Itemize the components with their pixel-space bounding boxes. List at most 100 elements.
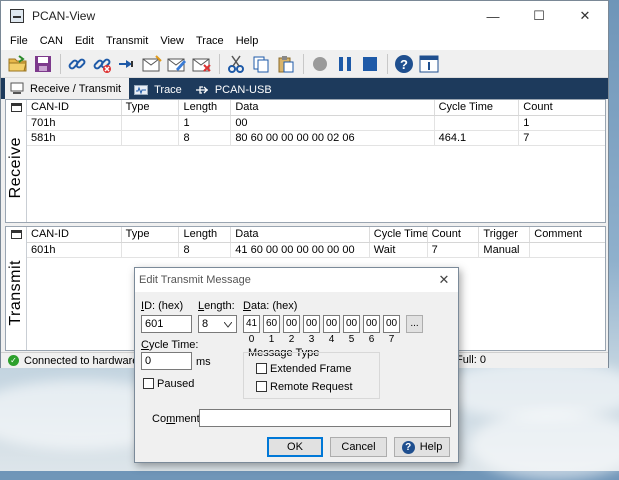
length-cell: 1 [179, 116, 232, 130]
transmit-label: Transmit [7, 260, 24, 326]
menu-view[interactable]: View [154, 35, 190, 47]
data-byte-input[interactable]: 00 [383, 315, 400, 333]
window-icon [11, 103, 22, 112]
data-byte-input[interactable]: 00 [283, 315, 300, 333]
menu-trace[interactable]: Trace [190, 35, 230, 47]
data-byte-input[interactable]: 00 [343, 315, 360, 333]
menu-can[interactable]: CAN [34, 35, 69, 47]
column-header[interactable]: CAN-ID [27, 100, 122, 115]
dialog-title-bar: Edit Transmit Message ✕ [135, 268, 458, 292]
cycle-time-cell [435, 116, 520, 130]
minimize-icon: — [486, 8, 500, 24]
extended-frame-checkbox[interactable] [256, 363, 267, 374]
column-header[interactable]: Count [428, 227, 480, 242]
comment-label: Comment: [152, 413, 203, 425]
comment-cell [530, 243, 605, 257]
byte-index: 3 [308, 334, 315, 345]
tab-pcan-usb[interactable]: PCAN-USB [190, 80, 280, 99]
data-byte-input[interactable]: 00 [363, 315, 380, 333]
ok-button[interactable]: OK [267, 437, 323, 457]
column-header[interactable]: CAN-ID [27, 227, 122, 242]
length-cell: 8 [179, 243, 232, 257]
menu-transmit[interactable]: Transmit [100, 35, 154, 47]
column-header[interactable]: Count [519, 100, 605, 115]
paused-checkbox[interactable] [143, 378, 154, 389]
paste-button[interactable] [274, 52, 298, 76]
data-byte-input[interactable]: 00 [303, 315, 320, 333]
help-button[interactable]: ? Help [394, 437, 450, 457]
id-label: ID: (hex) [141, 300, 184, 312]
menu-edit[interactable]: Edit [69, 35, 100, 47]
broken-link-icon [93, 58, 111, 73]
column-header[interactable]: Type [122, 100, 180, 115]
connected-check-icon: ✓ [8, 355, 19, 366]
table-row[interactable]: 701h 1 00 1 [27, 116, 605, 131]
disconnect-button[interactable] [90, 52, 114, 76]
cycle-time-input[interactable]: 0 [141, 352, 192, 370]
reset-button[interactable] [115, 52, 139, 76]
column-header[interactable]: Cycle Time [370, 227, 428, 242]
cut-button[interactable] [224, 52, 248, 76]
cancel-button[interactable]: Cancel [330, 437, 387, 457]
column-header[interactable]: Length [179, 227, 232, 242]
more-data-button[interactable]: ... [406, 315, 423, 333]
title-bar: PCAN-View — ☐ ✕ [1, 1, 608, 31]
data-byte-input[interactable]: 60 [263, 315, 280, 333]
column-header[interactable]: Comment [530, 227, 605, 242]
connect-button[interactable] [65, 52, 89, 76]
data-byte-input[interactable]: 41 [243, 315, 260, 333]
stop-button[interactable] [358, 52, 382, 76]
column-header[interactable]: Length [179, 100, 232, 115]
new-message-icon [142, 54, 162, 71]
tab-trace[interactable]: Trace [129, 80, 190, 99]
length-label: Length: [198, 300, 235, 312]
menu-file[interactable]: File [4, 35, 34, 47]
menu-help[interactable]: Help [230, 35, 265, 47]
receive-transmit-icon [10, 82, 24, 94]
column-header[interactable]: Trigger [479, 227, 531, 242]
data-label: Data: (hex) [243, 300, 298, 312]
help-toolbar-button[interactable]: ? [392, 52, 416, 76]
new-message-button[interactable] [140, 52, 164, 76]
save-button[interactable] [31, 52, 55, 76]
pause-button[interactable] [333, 52, 357, 76]
column-header[interactable]: Data [231, 100, 435, 115]
help-icon: ? [395, 54, 413, 73]
byte-index: 7 [388, 334, 395, 345]
delete-message-icon [192, 58, 211, 72]
pause-icon [339, 56, 351, 71]
length-select[interactable]: 8 [198, 315, 237, 333]
extended-frame-label: Extended Frame [270, 363, 352, 375]
tab-receive-transmit[interactable]: Receive / Transmit [5, 78, 130, 99]
data-byte-input[interactable]: 00 [323, 315, 340, 333]
window-title: PCAN-View [32, 9, 96, 23]
dialog-close-button[interactable]: ✕ [430, 272, 458, 288]
copy-icon [253, 56, 269, 72]
cycle-time-unit: ms [196, 356, 211, 368]
dialog-title: Edit Transmit Message [139, 274, 251, 286]
table-row[interactable]: 601h 8 41 60 00 00 00 00 00 00 Wait 7 Ma… [27, 243, 605, 258]
delete-message-button[interactable] [190, 52, 214, 76]
copy-button[interactable] [249, 52, 273, 76]
comment-input[interactable] [199, 409, 451, 427]
save-icon [35, 55, 51, 72]
maximize-button[interactable]: ☐ [516, 1, 562, 31]
close-button[interactable]: ✕ [562, 1, 608, 31]
column-header[interactable]: Cycle Time [435, 100, 520, 115]
column-header[interactable]: Data [231, 227, 370, 242]
record-button[interactable] [308, 52, 332, 76]
id-input[interactable]: 601 [141, 315, 192, 333]
toolbar: ? [1, 50, 608, 78]
remote-request-checkbox[interactable] [256, 381, 267, 392]
about-button[interactable] [417, 52, 441, 76]
minimize-button[interactable]: — [470, 1, 516, 31]
table-row[interactable]: 581h 8 80 60 00 00 00 00 02 06 464.1 7 [27, 131, 605, 146]
byte-index: 2 [288, 334, 295, 345]
paste-icon [278, 55, 294, 72]
link-icon [68, 58, 86, 69]
open-button[interactable] [6, 52, 30, 76]
column-header[interactable]: Type [122, 227, 180, 242]
edit-message-button[interactable] [165, 52, 189, 76]
trace-icon [134, 84, 149, 95]
plug-icon [119, 59, 133, 68]
